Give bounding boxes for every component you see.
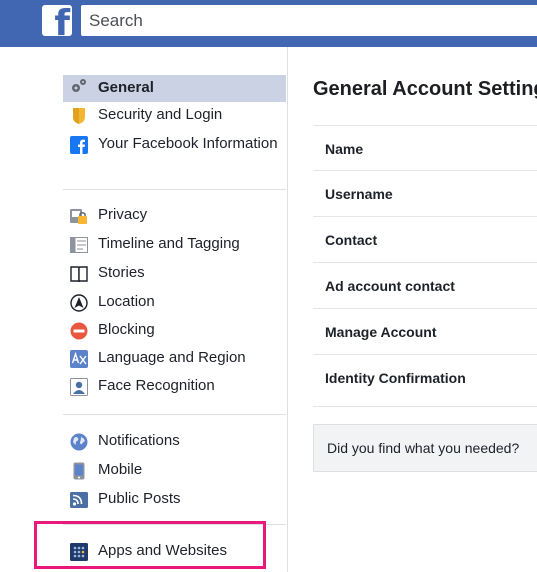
facebook-icon <box>70 136 88 154</box>
sidebar-item-security-and-login[interactable]: Security and Login <box>63 105 286 129</box>
sidebar-item-notifications[interactable]: Notifications <box>63 431 286 455</box>
security-badge-icon <box>70 107 88 125</box>
settings-row-username[interactable]: Username <box>313 171 537 217</box>
sidebar-item-language-and-region[interactable]: Language and Region <box>63 348 286 372</box>
highlight-annotation-box <box>34 521 266 569</box>
settings-row-identity-confirmation[interactable]: Identity Confirmation <box>313 355 537 407</box>
privacy-lock-icon <box>70 207 88 225</box>
location-icon <box>70 294 88 312</box>
settings-list: Name Username Contact Ad account contact… <box>313 125 537 407</box>
settings-row-ad-account-contact[interactable]: Ad account contact <box>313 263 537 309</box>
sidebar-item-face-recognition[interactable]: Face Recognition <box>63 376 286 400</box>
sidebar-item-mobile[interactable]: Mobile <box>63 460 286 484</box>
top-bar: f <box>0 0 537 47</box>
sidebar-divider <box>63 414 286 415</box>
settings-row-contact[interactable]: Contact <box>313 217 537 263</box>
settings-row-name[interactable]: Name <box>313 125 537 171</box>
sidebar-item-timeline-and-tagging[interactable]: Timeline and Tagging <box>63 234 286 258</box>
sidebar-item-privacy[interactable]: Privacy <box>63 205 286 229</box>
search-input[interactable] <box>81 5 537 36</box>
facebook-logo-icon[interactable]: f <box>42 5 72 36</box>
face-recognition-icon <box>70 378 88 396</box>
rss-icon <box>70 491 88 509</box>
globe-icon <box>70 433 88 451</box>
feedback-bar[interactable]: Did you find what you needed? <box>313 424 537 472</box>
gears-icon <box>70 77 88 95</box>
book-icon <box>70 265 88 283</box>
sidebar-item-public-posts[interactable]: Public Posts <box>63 489 286 513</box>
timeline-icon <box>70 236 88 254</box>
mobile-icon <box>70 462 88 480</box>
page-title: General Account Settings <box>313 78 537 100</box>
language-icon <box>70 350 88 368</box>
sidebar-item-your-facebook-information[interactable]: Your Facebook Information <box>63 134 286 176</box>
sidebar-divider <box>63 189 286 190</box>
sidebar-item-location[interactable]: Location <box>63 292 286 316</box>
sidebar-item-blocking[interactable]: Blocking <box>63 320 286 344</box>
settings-row-manage-account[interactable]: Manage Account <box>313 309 537 355</box>
sidebar-item-general[interactable]: General <box>63 75 286 102</box>
sidebar-item-stories[interactable]: Stories <box>63 263 286 287</box>
blocking-icon <box>70 322 88 340</box>
